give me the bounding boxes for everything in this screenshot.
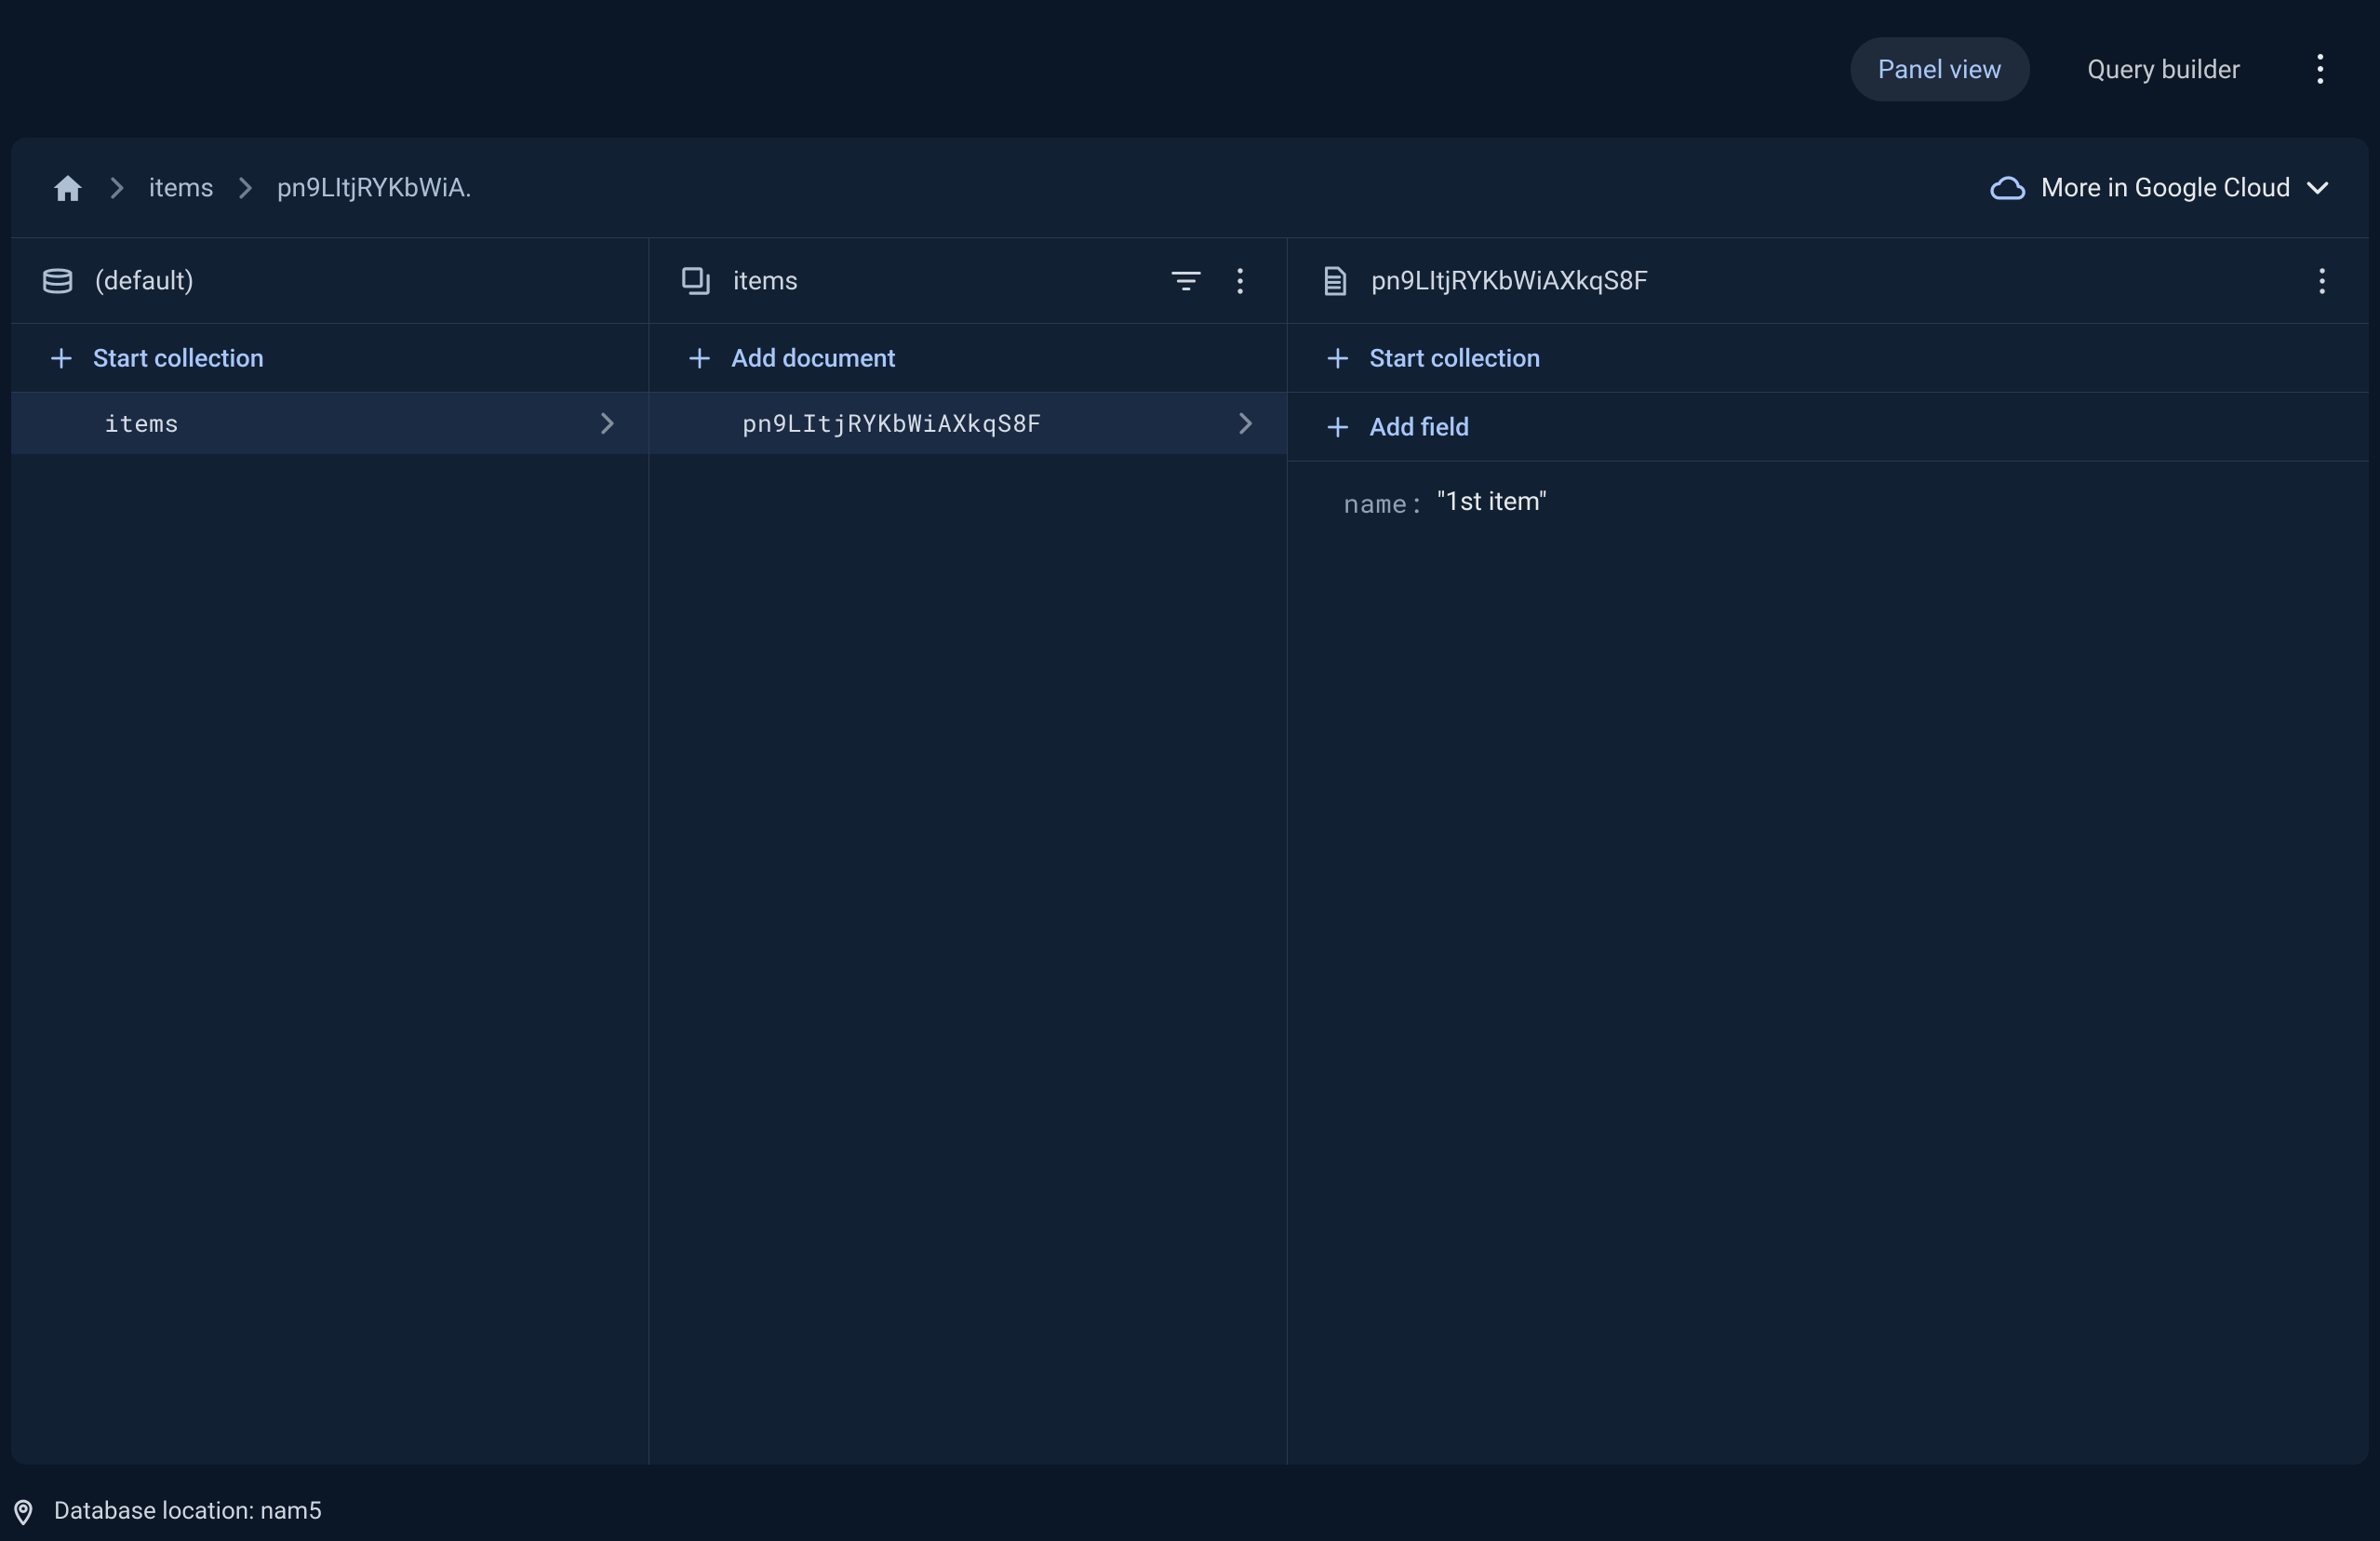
more-in-google-cloud-label: More in Google Cloud [2041,172,2291,203]
cloud-icon [1989,175,2026,201]
start-collection-label: Start collection [93,343,264,373]
collection-row[interactable]: items [11,393,648,454]
database-panel: (default) Start collection items [11,238,649,1465]
add-field-label: Add field [1370,412,1469,442]
plus-icon [1325,414,1351,440]
document-row[interactable]: pn9LItjRYKbWiAXkqS8F [649,393,1287,454]
document-row-label: pn9LItjRYKbWiAXkqS8F [742,408,1042,439]
filter-icon[interactable] [1170,264,1203,298]
start-collection-label: Start collection [1370,343,1541,373]
chevron-down-icon [2306,181,2330,195]
main-card: items pn9LItjRYKbWiA. More in Google Clo… [11,138,2369,1465]
plus-icon [1325,345,1351,371]
database-panel-header: (default) [11,238,648,324]
breadcrumb-link-doc[interactable]: pn9LItjRYKbWiA. [277,172,472,203]
start-collection-button[interactable]: Start collection [1288,324,2369,393]
field-row[interactable]: name: "1st item" [1288,462,2369,544]
chevron-right-icon [110,176,125,200]
collection-icon [679,264,713,298]
location-pin-icon [13,1497,33,1525]
more-in-google-cloud-button[interactable]: More in Google Cloud [1989,172,2330,203]
breadcrumb: items pn9LItjRYKbWiA. [50,172,472,204]
document-panel-title: pn9LItjRYKbWiAXkqS8F [1371,265,1648,296]
database-location-label: Database location: nam5 [54,1497,322,1525]
field-key: name: [1344,486,1424,520]
query-builder-button[interactable]: Query builder [2060,37,2268,101]
footer: Database location: nam5 [0,1481,2380,1541]
chevron-right-icon [600,411,615,436]
panels: (default) Start collection items [11,238,2369,1465]
collection-panel-title: items [733,265,798,296]
panel-view-button[interactable]: Panel view [1851,37,2030,101]
start-collection-button[interactable]: Start collection [11,324,648,393]
chevron-right-icon [1238,411,1253,436]
database-panel-title: (default) [95,265,194,296]
collection-panel-header: items [649,238,1287,324]
database-icon [41,264,74,298]
chevron-right-icon [238,176,253,200]
document-panel-header: pn9LItjRYKbWiAXkqS8F [1288,238,2369,324]
breadcrumb-bar: items pn9LItjRYKbWiA. More in Google Clo… [11,138,2369,238]
plus-icon [48,345,74,371]
plus-icon [687,345,713,371]
collection-panel: items Add document pn9LItjRYKbWiAXkq [649,238,1288,1465]
more-options-icon[interactable] [2298,47,2343,91]
document-icon [1317,264,1351,298]
breadcrumb-link-items[interactable]: items [149,172,214,203]
more-options-icon[interactable] [1223,264,1257,298]
field-value: "1st item" [1437,486,1547,520]
document-panel: pn9LItjRYKbWiAXkqS8F Start collection Ad… [1288,238,2369,1465]
top-toolbar: Panel view Query builder [0,0,2380,138]
add-field-button[interactable]: Add field [1288,393,2369,462]
more-options-icon[interactable] [2306,264,2339,298]
add-document-label: Add document [731,343,896,373]
home-icon[interactable] [50,172,86,204]
add-document-button[interactable]: Add document [649,324,1287,393]
collection-row-label: items [104,408,180,439]
